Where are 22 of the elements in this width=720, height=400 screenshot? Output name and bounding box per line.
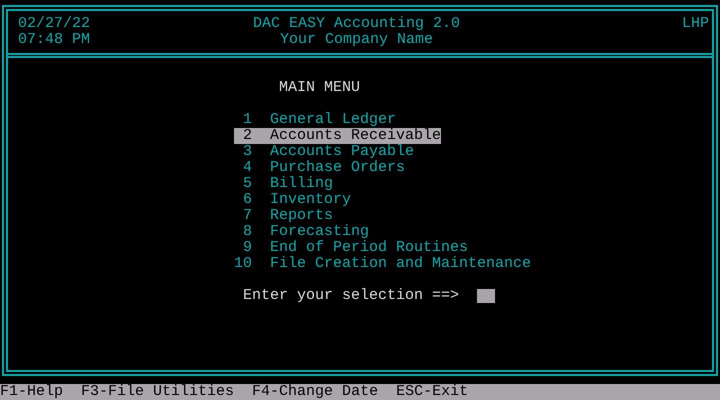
app-title: DAC EASY Accounting 2.0: [252, 16, 460, 32]
menu-item[interactable]: 3 Accounts Payable: [234, 144, 414, 160]
user-initials: LHP: [682, 16, 709, 32]
function-key-hint[interactable]: ESC-Exit: [396, 384, 468, 400]
function-key-hint[interactable]: F3-File Utilities: [81, 384, 234, 400]
menu-item[interactable]: 2 Accounts Receivable: [234, 128, 442, 144]
time-text: 07:48 PM: [18, 32, 92, 48]
menu-item[interactable]: 1 General Ledger: [234, 112, 396, 128]
menu-item[interactable]: 5 Billing: [234, 176, 334, 192]
menu-item[interactable]: 4 Purchase Orders: [234, 160, 406, 176]
menu-item[interactable]: 8 Forecasting: [234, 224, 370, 240]
function-key-hint[interactable]: F1-Help: [0, 384, 64, 400]
prompt-label: Enter your selection ==>: [243, 288, 460, 304]
menu-item[interactable]: 6 Inventory: [234, 192, 352, 208]
menu-item[interactable]: 7 Reports: [234, 208, 334, 224]
company-name: Your Company Name: [280, 32, 434, 48]
date-text: 02/27/22: [18, 16, 92, 32]
menu-item[interactable]: 9 End of Period Routines: [234, 240, 468, 256]
function-key-hint[interactable]: F4-Change Date: [252, 384, 378, 400]
menu-item[interactable]: 10 File Creation and Maintenance: [234, 256, 532, 272]
menu-title: MAIN MENU: [279, 80, 360, 96]
selection-input[interactable]: [477, 289, 496, 303]
